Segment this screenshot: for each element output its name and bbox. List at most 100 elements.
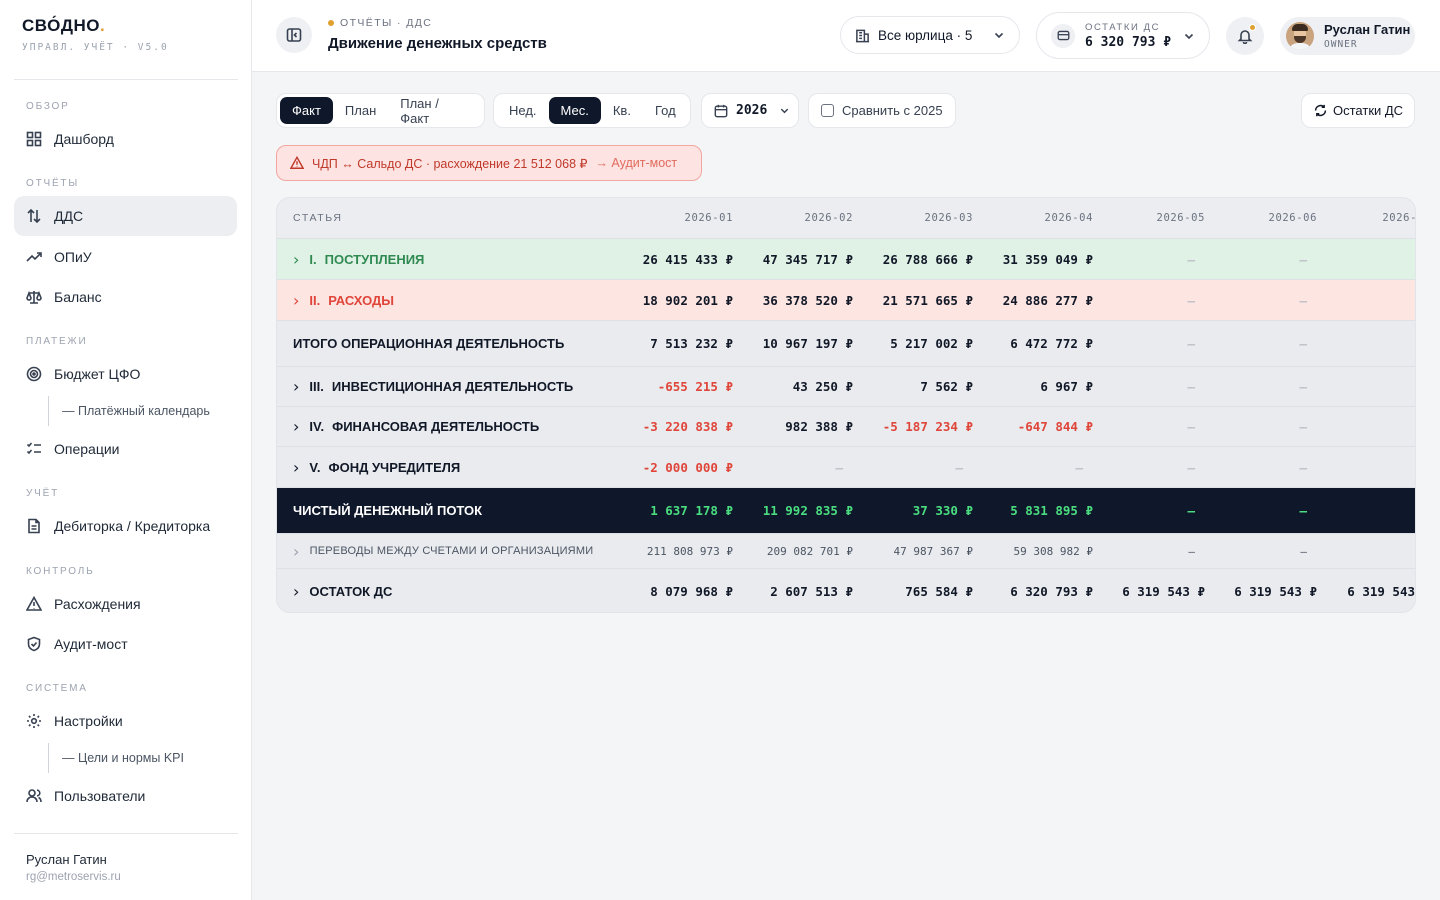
table-cell — [1321, 367, 1415, 406]
checklist-icon — [26, 442, 41, 455]
row-prefix: III. — [309, 379, 324, 394]
sidebar-item-label: Пользователи — [54, 788, 146, 804]
breadcrumb-text: ОТЧЁТЫ · ДДС — [340, 17, 433, 29]
trend-up-icon — [26, 252, 42, 262]
row-prefix: I. — [309, 251, 317, 267]
table-cell: — — [1300, 544, 1307, 558]
table-cell: 18 902 201 ₽ — [642, 292, 733, 308]
table-cell: -2 000 000 ₽ — [642, 459, 733, 475]
app-logo[interactable]: СВО́ДНО. УПРАВЛ. УЧЁТ · V5.0 — [22, 16, 169, 53]
table-cell: — — [1187, 503, 1195, 518]
table-cell: 47 345 717 ₽ — [762, 251, 853, 267]
chevron-down-icon — [1184, 33, 1194, 40]
section-reports: ОТЧЁТЫ — [26, 178, 79, 189]
top-header: ОТЧЁТЫ · ДДС Движение денежных средств В… — [252, 0, 1440, 72]
tab-plan[interactable]: План — [333, 97, 388, 124]
chevron-right-icon[interactable]: › — [293, 250, 299, 269]
cash-balances-button[interactable]: Остатки ДС — [1301, 93, 1415, 128]
table-cell — [1321, 447, 1415, 487]
row-title: ЧИСТЫЙ ДЕНЕЖНЫЙ ПОТОК — [293, 503, 483, 518]
column-header: 2026-03 — [924, 212, 973, 224]
chevron-right-icon[interactable]: › — [293, 458, 299, 477]
tab-quarter[interactable]: Кв. — [601, 97, 643, 124]
user-menu[interactable]: Руслан Гатин OWNER — [1280, 17, 1415, 55]
table-cell: 6 967 ₽ — [1040, 379, 1093, 394]
compare-checkbox[interactable] — [821, 104, 834, 117]
table-cell: 6 320 793 ₽ — [1010, 584, 1093, 599]
tab-week[interactable]: Нед. — [497, 97, 549, 124]
row-income[interactable]: › I. ПОСТУПЛЕНИЯ 26 415 433 ₽ 47 345 717 ₽ 26… — [277, 239, 1415, 280]
notifications-button[interactable] — [1226, 17, 1264, 55]
sidebar-user-name: Руслан Гатин — [26, 852, 107, 867]
table-cell: 5 217 002 ₽ — [890, 336, 973, 351]
year-selector[interactable]: 2026 — [701, 93, 799, 128]
user-name: Руслан Гатин — [1324, 22, 1411, 37]
row-expenses[interactable]: › II. РАСХОДЫ 18 902 201 ₽ 36 378 520 ₽ 21 57… — [277, 280, 1415, 321]
tab-plan-fact[interactable]: План / Факт — [388, 96, 481, 126]
sidebar-item-label: Операции — [54, 441, 120, 457]
sidebar-item-receivables[interactable]: Дебиторка / Кредиторка — [14, 506, 237, 546]
sidebar-item-dashboard[interactable]: Дашборд — [14, 119, 237, 159]
row-transfers[interactable]: › ПЕРЕВОДЫ МЕЖДУ СЧЕТАМИ И ОРГАНИЗАЦИЯМИ 2… — [277, 534, 1415, 569]
tab-month[interactable]: Мес. — [548, 97, 601, 124]
cash-balance-widget[interactable]: ОСТАТКИ ДС 6 320 793 ₽ — [1036, 12, 1210, 59]
sidebar-item-budget[interactable]: Бюджет ЦФО — [14, 354, 237, 394]
row-label: › ОСТАТОК ДС — [293, 569, 392, 612]
collapse-sidebar-button[interactable] — [276, 17, 312, 53]
tab-year[interactable]: Год — [643, 97, 688, 124]
sidebar-item-label: ДДС — [54, 208, 84, 224]
sidebar-item-dds[interactable]: ДДС — [14, 196, 237, 236]
table-cell — [1321, 280, 1415, 320]
sidebar-item-balance[interactable]: Баланс — [14, 277, 237, 317]
table-cell — [1321, 534, 1415, 568]
sidebar-item-opiu[interactable]: ОПиУ — [14, 237, 237, 277]
row-cash-balance[interactable]: › ОСТАТОК ДС 8 079 968 ₽ 2 607 513 ₽ 765 584… — [277, 569, 1415, 612]
table-cell: — — [1187, 379, 1195, 394]
compare-label: Сравнить с 2025 — [842, 103, 943, 118]
chevron-right-icon[interactable]: › — [293, 377, 299, 396]
section-payments: ПЛАТЕЖИ — [26, 336, 88, 347]
table-cell: — — [1187, 419, 1195, 434]
row-label: › III. ИНВЕСТИЦИОННАЯ ДЕЯТЕЛЬНОСТЬ — [293, 367, 573, 406]
table-cell: 209 082 701 ₽ — [766, 544, 853, 558]
table-cell — [1321, 488, 1415, 533]
row-label: ЧИСТЫЙ ДЕНЕЖНЫЙ ПОТОК — [293, 488, 482, 533]
sidebar-item-settings[interactable]: Настройки — [14, 701, 237, 741]
warning-icon — [290, 156, 304, 169]
target-icon — [26, 366, 42, 382]
breadcrumb: ОТЧЁТЫ · ДДС — [328, 17, 432, 29]
sidebar-item-audit-bridge[interactable]: Аудит-мост — [14, 624, 237, 664]
row-label: › IV. ФИНАНСОВАЯ ДЕЯТЕЛЬНОСТЬ — [293, 407, 539, 446]
sidebar-toggle-icon — [286, 28, 302, 42]
row-financing[interactable]: › IV. ФИНАНСОВАЯ ДЕЯТЕЛЬНОСТЬ -3 220 838 ₽ 9… — [277, 407, 1415, 447]
sidebar-item-discrepancies[interactable]: Расхождения — [14, 584, 237, 624]
cash-balance-value: 6 320 793 ₽ — [1085, 34, 1172, 50]
table-cell — [1321, 321, 1415, 366]
year-value: 2026 — [736, 103, 768, 118]
discrepancy-alert[interactable]: ЧДП ↔ Сальдо ДС · расхождение 21 512 068… — [276, 145, 702, 181]
cash-balances-label: Остатки ДС — [1333, 103, 1404, 118]
sidebar-item-operations[interactable]: Операции — [14, 429, 237, 469]
sidebar-subitem-kpi[interactable]: — Цели и нормы KPI — [48, 743, 228, 773]
chevron-right-icon[interactable]: › — [293, 291, 299, 310]
sidebar-subitem-payment-calendar[interactable]: — Платёжный календарь — [48, 396, 228, 426]
chevron-right-icon[interactable]: › — [293, 582, 299, 601]
entity-selector[interactable]: Все юрлица · 5 — [840, 16, 1020, 54]
table-cell: 36 378 520 ₽ — [762, 292, 853, 308]
row-investing[interactable]: › III. ИНВЕСТИЦИОННАЯ ДЕЯТЕЛЬНОСТЬ -655 215… — [277, 367, 1415, 407]
tab-fact[interactable]: Факт — [280, 97, 333, 124]
compare-toggle[interactable]: Сравнить с 2025 — [808, 93, 956, 128]
table-cell: 26 415 433 ₽ — [642, 251, 733, 267]
row-title: ПЕРЕВОДЫ МЕЖДУ СЧЕТАМИ И ОРГАНИЗАЦИЯМИ — [309, 545, 594, 557]
table-cell: — — [1188, 544, 1195, 558]
row-founder-fund[interactable]: › V. ФОНД УЧРЕДИТЕЛЯ -2 000 000 ₽ — — — — — — [277, 447, 1415, 488]
chevron-right-icon[interactable]: › — [293, 542, 300, 561]
sidebar: СВО́ДНО. УПРАВЛ. УЧЁТ · V5.0 ОБЗОР Дашбо… — [0, 0, 252, 900]
table-cell: 6 319 543 ₽ — [1234, 584, 1317, 599]
sidebar-item-users[interactable]: Пользователи — [14, 776, 237, 816]
sidebar-item-label: Бюджет ЦФО — [54, 366, 141, 382]
sidebar-user[interactable]: Руслан Гатин rg@metroservis.ru — [26, 852, 121, 883]
sidebar-item-label: Баланс — [54, 289, 102, 305]
alert-audit-link[interactable]: → Аудит-мост — [595, 156, 677, 170]
chevron-right-icon[interactable]: › — [293, 417, 299, 436]
